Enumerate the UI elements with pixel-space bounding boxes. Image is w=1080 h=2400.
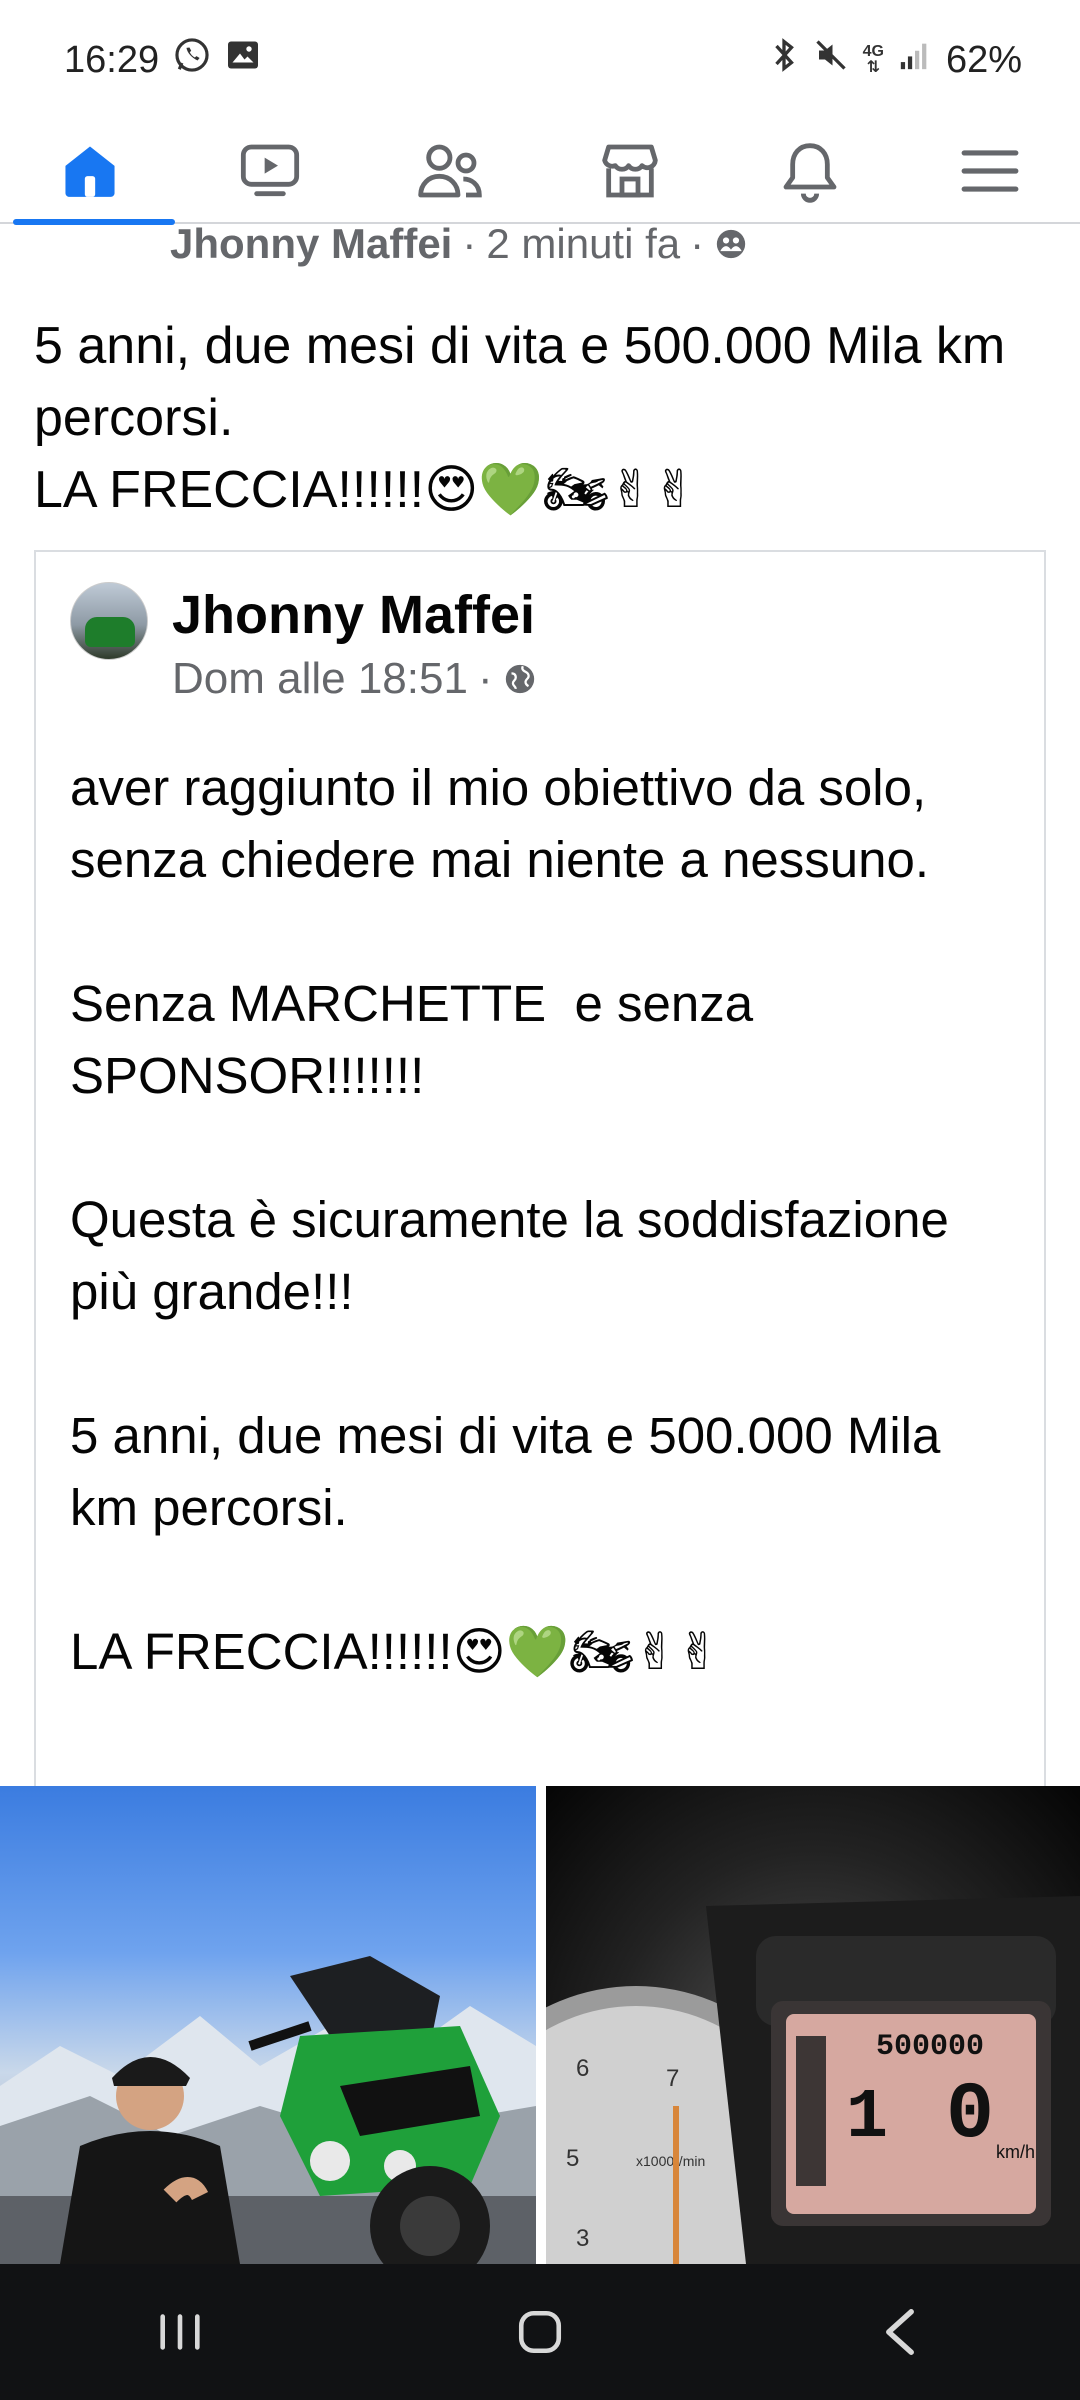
shared-post-body: aver raggiunto il mio obiettivo da solo,… bbox=[70, 759, 949, 1680]
hamburger-menu-icon bbox=[961, 150, 1019, 192]
shared-post-meta: Dom alle 18:51 · bbox=[172, 648, 537, 710]
shared-post-card[interactable]: Jhonny Maffei Dom alle 18:51 · aver ragg… bbox=[34, 550, 1046, 1786]
facebook-tab-bar bbox=[0, 119, 1080, 225]
meta-separator: · bbox=[462, 220, 477, 267]
avatar-motorcycle bbox=[85, 617, 135, 647]
clock: 16:29 bbox=[64, 38, 160, 81]
shared-post-names: Jhonny Maffei Dom alle 18:51 · bbox=[172, 582, 537, 703]
home-button-icon bbox=[518, 2310, 562, 2354]
4g-label: 4G bbox=[862, 43, 884, 60]
meta-separator: · bbox=[477, 654, 493, 703]
odometer-photo[interactable]: 7 6 5 3 x1000r/min 500000 1 0 km/h bbox=[546, 1786, 1080, 2264]
video-icon bbox=[240, 144, 300, 197]
tab-notifications[interactable] bbox=[725, 119, 895, 223]
rider-with-motorcycle-photo[interactable] bbox=[0, 1786, 536, 2264]
rpm-unit: x1000r/min bbox=[636, 2153, 705, 2169]
friends-audience-icon[interactable] bbox=[714, 227, 748, 261]
status-left: 16:29 bbox=[64, 36, 261, 84]
recent-apps-button[interactable] bbox=[110, 2282, 250, 2382]
back-icon bbox=[886, 2309, 914, 2355]
post-text: 5 anni, due mesi di vita e 500.000 Mila … bbox=[34, 310, 1034, 526]
shared-post-timestamp[interactable]: Dom alle 18:51 bbox=[172, 648, 468, 710]
speed-reading: 0 bbox=[946, 2070, 994, 2161]
tab-watch[interactable] bbox=[185, 119, 355, 223]
rpm-tick-label: 3 bbox=[576, 2225, 589, 2252]
rpm-tick-label: 6 bbox=[576, 2055, 589, 2082]
back-button[interactable] bbox=[830, 2282, 970, 2382]
marketplace-icon bbox=[602, 144, 658, 198]
post-text-line: 5 anni, due mesi di vita e 500.000 Mila … bbox=[34, 317, 1006, 447]
rpm-tick-label: 5 bbox=[566, 2145, 579, 2172]
tab-menu[interactable] bbox=[905, 119, 1075, 223]
4g-icon: 4G ⇅ bbox=[863, 44, 884, 76]
bluetooth-icon bbox=[769, 37, 799, 83]
shared-post-author[interactable]: Jhonny Maffei bbox=[172, 582, 537, 648]
mute-icon bbox=[813, 37, 849, 83]
data-arrows-icon: ⇅ bbox=[866, 59, 880, 76]
post-author-name[interactable]: Jhonny Maffei bbox=[170, 220, 452, 268]
post-meta: Jhonny Maffei · 2 minuti fa · bbox=[170, 220, 748, 268]
speed-unit: km/h bbox=[996, 2142, 1035, 2162]
post-text-line: LA FRECCIA!!!!!!😍💚🏍✌✌ bbox=[34, 461, 697, 519]
friends-icon bbox=[418, 144, 482, 198]
rpm-tick-label: 7 bbox=[666, 2065, 679, 2092]
battery-level: 62% bbox=[945, 38, 1022, 81]
globe-icon[interactable] bbox=[503, 662, 537, 696]
rider-photo-illustration bbox=[0, 1956, 536, 2264]
status-bar: 16:29 4G ⇅ 62% bbox=[0, 0, 1080, 120]
meta-separator: · bbox=[690, 220, 705, 267]
avatar[interactable] bbox=[70, 582, 148, 660]
home-icon bbox=[65, 146, 115, 197]
tab-friends[interactable] bbox=[365, 119, 535, 223]
shared-post-header: Jhonny Maffei Dom alle 18:51 · bbox=[70, 582, 537, 703]
photo-grid: 7 6 5 3 x1000r/min 500000 1 0 km/h bbox=[0, 1786, 1080, 2264]
dashboard-illustration: 7 6 5 3 x1000r/min 500000 1 0 km/h bbox=[546, 1896, 1080, 2264]
recent-apps-icon bbox=[160, 2314, 200, 2350]
tab-marketplace[interactable] bbox=[545, 119, 715, 223]
gallery-icon bbox=[225, 37, 261, 83]
post-timestamp[interactable]: 2 minuti fa bbox=[486, 220, 680, 268]
odometer-reading: 500000 bbox=[876, 2030, 984, 2064]
home-button[interactable] bbox=[470, 2282, 610, 2382]
signal-icon bbox=[898, 38, 932, 82]
gear-indicator: 1 bbox=[846, 2079, 888, 2158]
system-nav-bar bbox=[0, 2264, 1080, 2400]
bell-icon bbox=[783, 143, 837, 203]
status-right: 4G ⇅ 62% bbox=[769, 37, 1022, 83]
tab-home[interactable] bbox=[5, 119, 175, 225]
whatsapp-icon bbox=[173, 36, 211, 84]
